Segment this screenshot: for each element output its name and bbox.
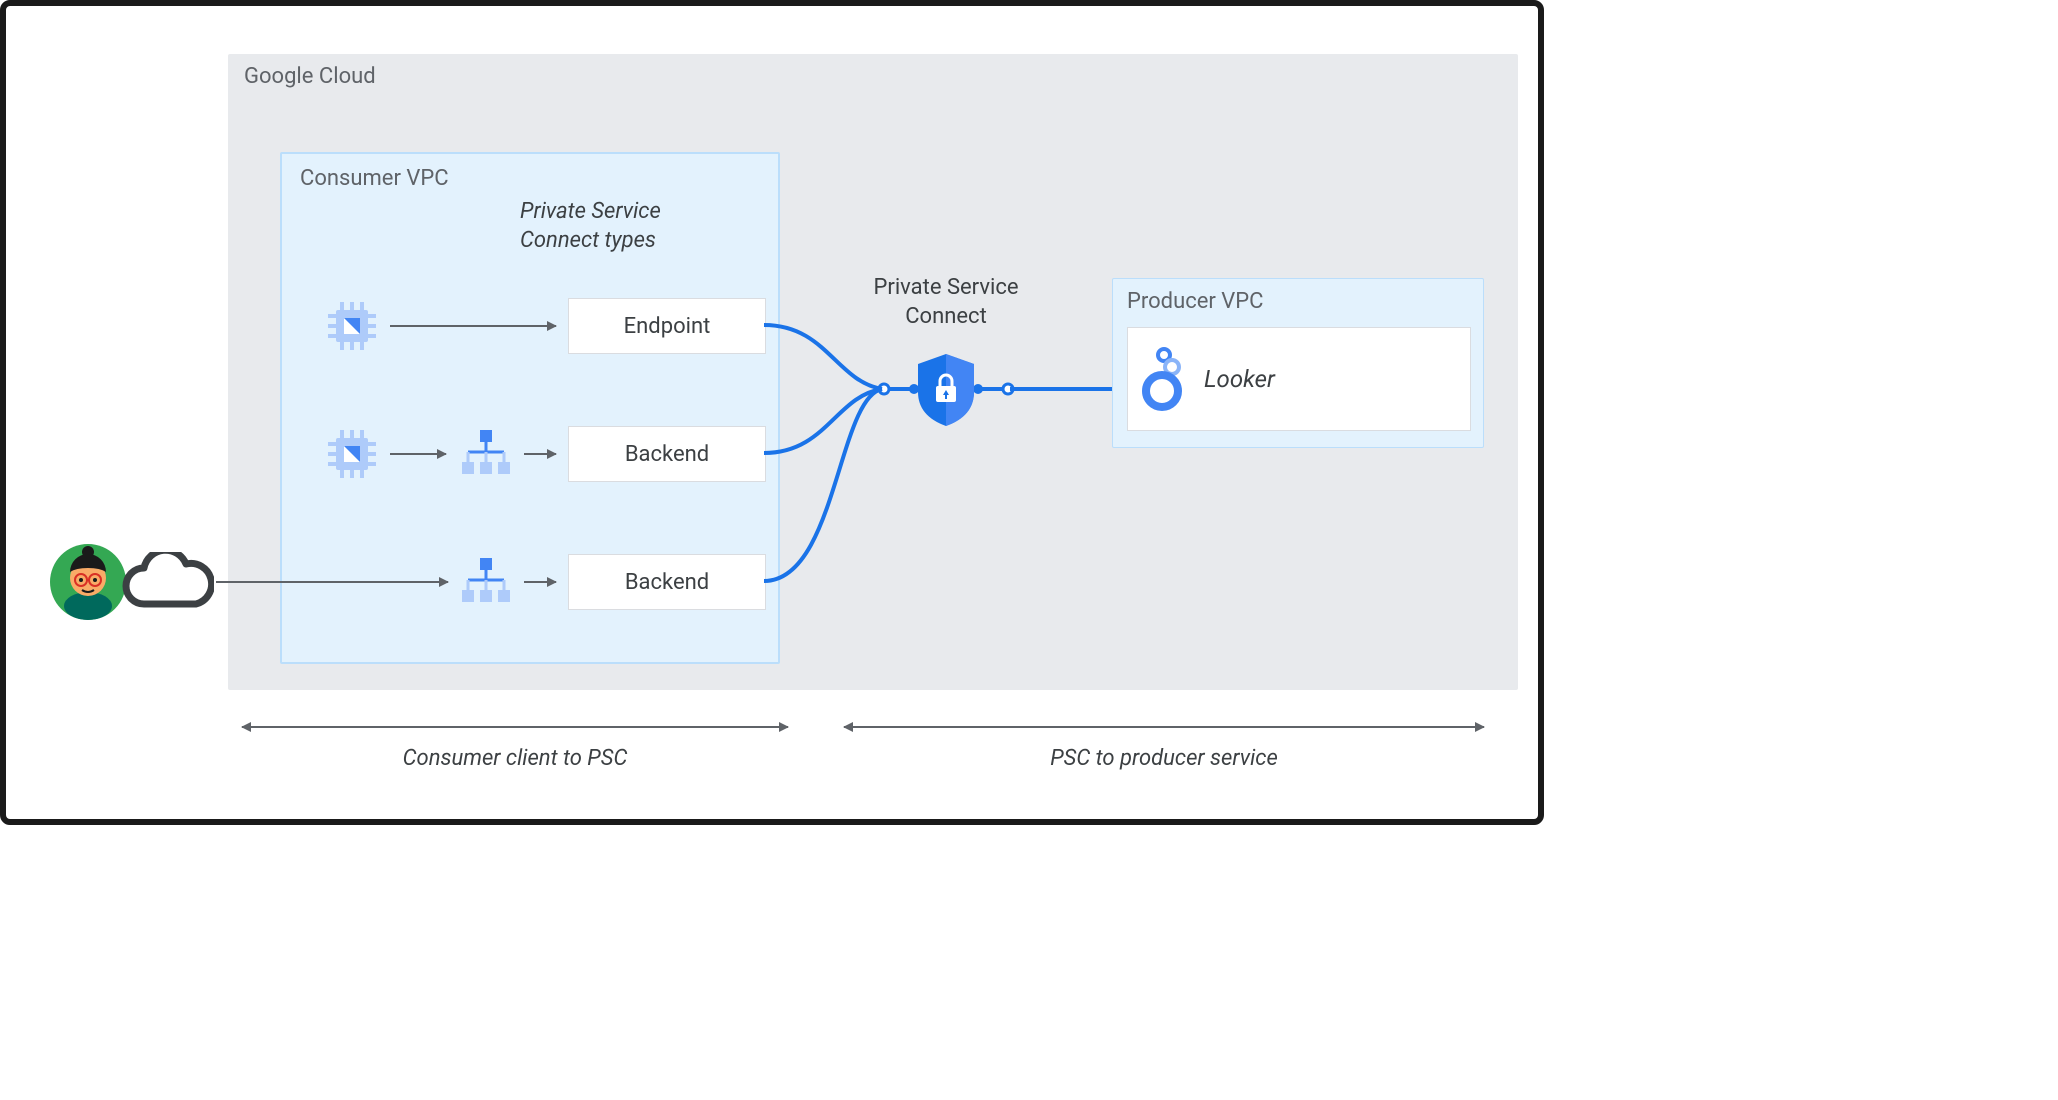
producer-vpc-box: Producer VPC Looker [1112,278,1484,448]
psc-types-heading: Private Service Connect types [520,198,661,255]
arrow-compute-to-endpoint [390,325,556,327]
compute-icon [324,298,380,354]
range-arrow-left [242,726,788,728]
looker-box: Looker [1127,327,1471,431]
arrow-lb-to-backend2 [524,581,556,583]
arrow-cloud-to-lb [216,581,448,583]
caption-right: PSC to producer service [844,746,1484,771]
compute-icon [324,426,380,482]
cloud-icon [114,552,214,614]
backend-box-2: Backend [568,554,766,610]
producer-vpc-label: Producer VPC [1127,289,1264,314]
consumer-vpc-label: Consumer VPC [300,166,449,191]
backend-box-1: Backend [568,426,766,482]
backend-label-2: Backend [625,570,709,595]
endpoint-label: Endpoint [624,314,711,339]
arrow-compute-to-lb [390,453,446,455]
arrow-lb-to-backend1 [524,453,556,455]
psc-center-label: Private Service Connect [846,274,1046,331]
endpoint-box: Endpoint [568,298,766,354]
looker-label: Looker [1204,365,1275,393]
looker-icon [1140,347,1190,411]
diagram-frame: Google Cloud Consumer VPC Private Servic… [0,0,1544,825]
consumer-vpc-box: Consumer VPC Private Service Connect typ… [280,152,780,664]
load-balancer-icon [458,552,514,608]
range-arrow-right [844,726,1484,728]
google-cloud-label: Google Cloud [244,64,376,89]
backend-label-1: Backend [625,442,709,467]
caption-left: Consumer client to PSC [242,746,788,771]
load-balancer-icon [458,424,514,480]
psc-shield-icon [876,344,1016,434]
